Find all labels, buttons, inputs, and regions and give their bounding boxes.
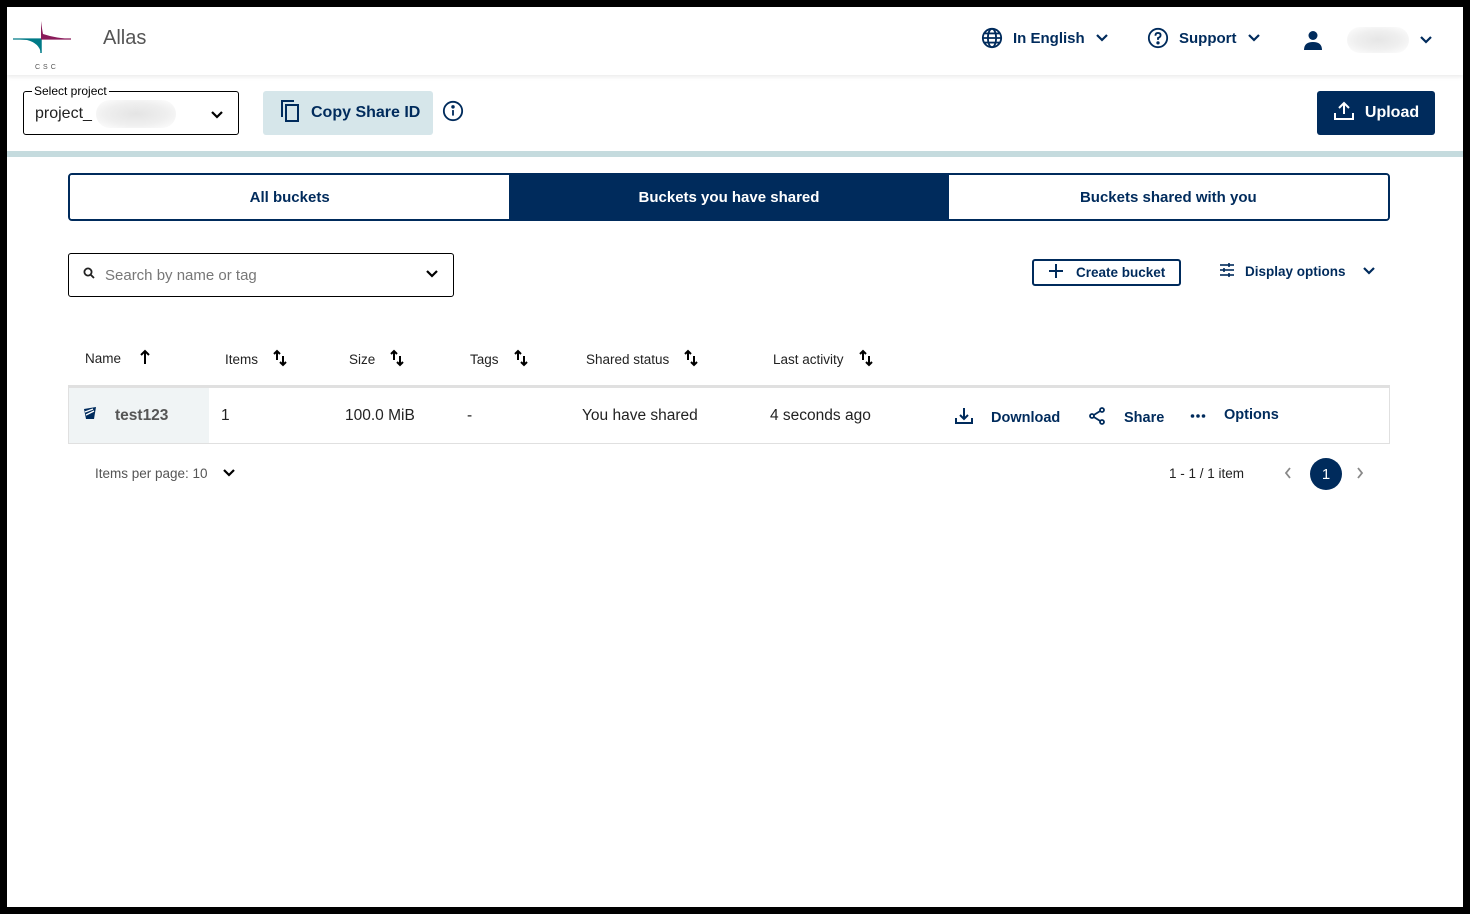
chevron-down-icon (1419, 35, 1433, 45)
help-circle-icon (1147, 27, 1169, 49)
items-per-page-select[interactable]: Items per page: 10 (95, 466, 236, 481)
options-label: Options (1224, 407, 1279, 423)
more-horizontal-icon (1190, 407, 1206, 423)
sort-icon (389, 349, 405, 370)
project-toolbar: Select project project_ Copy Share ID Up… (7, 75, 1463, 151)
user-menu[interactable] (1303, 27, 1433, 53)
options-button[interactable]: Options (1190, 407, 1279, 423)
download-icon (955, 407, 973, 429)
sort-icon (272, 349, 288, 370)
items-cell: 1 (221, 407, 230, 424)
download-label: Download (991, 410, 1061, 426)
copy-share-id-button[interactable]: Copy Share ID (263, 91, 433, 135)
chevron-down-icon (210, 107, 224, 125)
top-navigation-bar: CSC Allas In English Support (7, 7, 1463, 75)
download-button[interactable]: Download (955, 407, 1060, 429)
plus-icon (1048, 263, 1064, 282)
column-label: Name (85, 351, 122, 366)
project-select-label: Select project (32, 84, 109, 98)
logo-text: CSC (35, 64, 59, 71)
copy-share-id-label: Copy Share ID (311, 104, 421, 121)
create-bucket-button[interactable]: Create bucket (1032, 259, 1181, 286)
column-label: Last activity (773, 352, 844, 367)
column-header-tags[interactable]: Tags (470, 349, 529, 370)
chevron-down-icon (222, 466, 236, 481)
search-placeholder: Search by name or tag (105, 266, 257, 284)
toolbar-divider (7, 151, 1463, 157)
globe-icon (981, 27, 1003, 49)
column-label: Shared status (586, 352, 670, 367)
last-activity-cell: 4 seconds ago (770, 407, 871, 424)
display-options-label: Display options (1245, 264, 1346, 279)
chevron-down-icon[interactable] (425, 266, 439, 284)
share-icon (1088, 407, 1106, 429)
column-header-size[interactable]: Size (349, 349, 405, 370)
chevron-down-icon (1095, 33, 1109, 43)
search-input[interactable]: Search by name or tag (68, 253, 454, 297)
project-select[interactable]: Select project project_ (23, 84, 239, 135)
column-label: Items (225, 352, 259, 367)
upload-label: Upload (1364, 104, 1420, 121)
project-name-redacted (96, 100, 176, 128)
sort-icon (513, 349, 529, 370)
upload-icon (1333, 101, 1355, 126)
share-label: Share (1124, 410, 1165, 426)
person-icon (1303, 30, 1323, 50)
app-title: Allas (103, 27, 147, 49)
sort-icon (858, 349, 874, 370)
bucket-name-cell[interactable]: test123 (69, 388, 209, 443)
display-options-menu[interactable]: Display options (1219, 263, 1376, 280)
csc-logo[interactable]: CSC (11, 19, 73, 71)
language-menu[interactable]: In English (981, 27, 1109, 49)
sort-ascending-icon (139, 349, 151, 368)
chevron-down-icon (1362, 264, 1376, 279)
bucket-tabs: All buckets Buckets you have shared Buck… (68, 173, 1390, 221)
search-icon (83, 266, 95, 284)
language-label: In English (1013, 29, 1085, 47)
pagination-range: 1 - 1 / 1 item (1169, 466, 1245, 481)
tab-all-buckets[interactable]: All buckets (70, 175, 510, 219)
tab-buckets-shared-with-you[interactable]: Buckets shared with you (948, 175, 1388, 219)
page-button-current[interactable]: 1 (1310, 458, 1342, 490)
support-menu[interactable]: Support (1147, 27, 1261, 49)
project-select-value: project_ (35, 105, 92, 122)
chevron-right-icon[interactable] (1355, 466, 1365, 485)
size-cell: 100.0 MiB (345, 407, 415, 424)
copy-icon (279, 99, 301, 128)
column-header-items[interactable]: Items (225, 349, 288, 370)
sort-icon (683, 349, 699, 370)
chevron-left-icon[interactable] (1283, 466, 1293, 485)
column-header-name[interactable]: Name (85, 349, 151, 368)
table-row: test123 1 100.0 MiB - You have shared 4 … (68, 388, 1390, 444)
bucket-name[interactable]: test123 (115, 407, 168, 425)
shared-status-cell: You have shared (582, 407, 698, 424)
column-label: Size (349, 352, 376, 367)
tags-cell: - (467, 407, 473, 424)
sliders-icon (1219, 263, 1235, 280)
column-label: Tags (470, 352, 499, 367)
chevron-down-icon (1247, 33, 1261, 43)
items-per-page-label: Items per page: 10 (95, 466, 208, 481)
support-label: Support (1179, 29, 1237, 47)
column-header-last-activity[interactable]: Last activity (773, 349, 874, 370)
user-name-redacted (1347, 27, 1409, 53)
create-bucket-label: Create bucket (1076, 265, 1166, 280)
share-button[interactable]: Share (1088, 407, 1164, 429)
tab-buckets-you-have-shared[interactable]: Buckets you have shared (509, 175, 949, 219)
upload-button[interactable]: Upload (1317, 91, 1435, 135)
app-window: CSC Allas In English Support Select proj… (7, 7, 1463, 907)
bucket-icon (83, 406, 97, 425)
column-header-shared-status[interactable]: Shared status (586, 349, 699, 370)
info-icon[interactable] (442, 100, 464, 127)
